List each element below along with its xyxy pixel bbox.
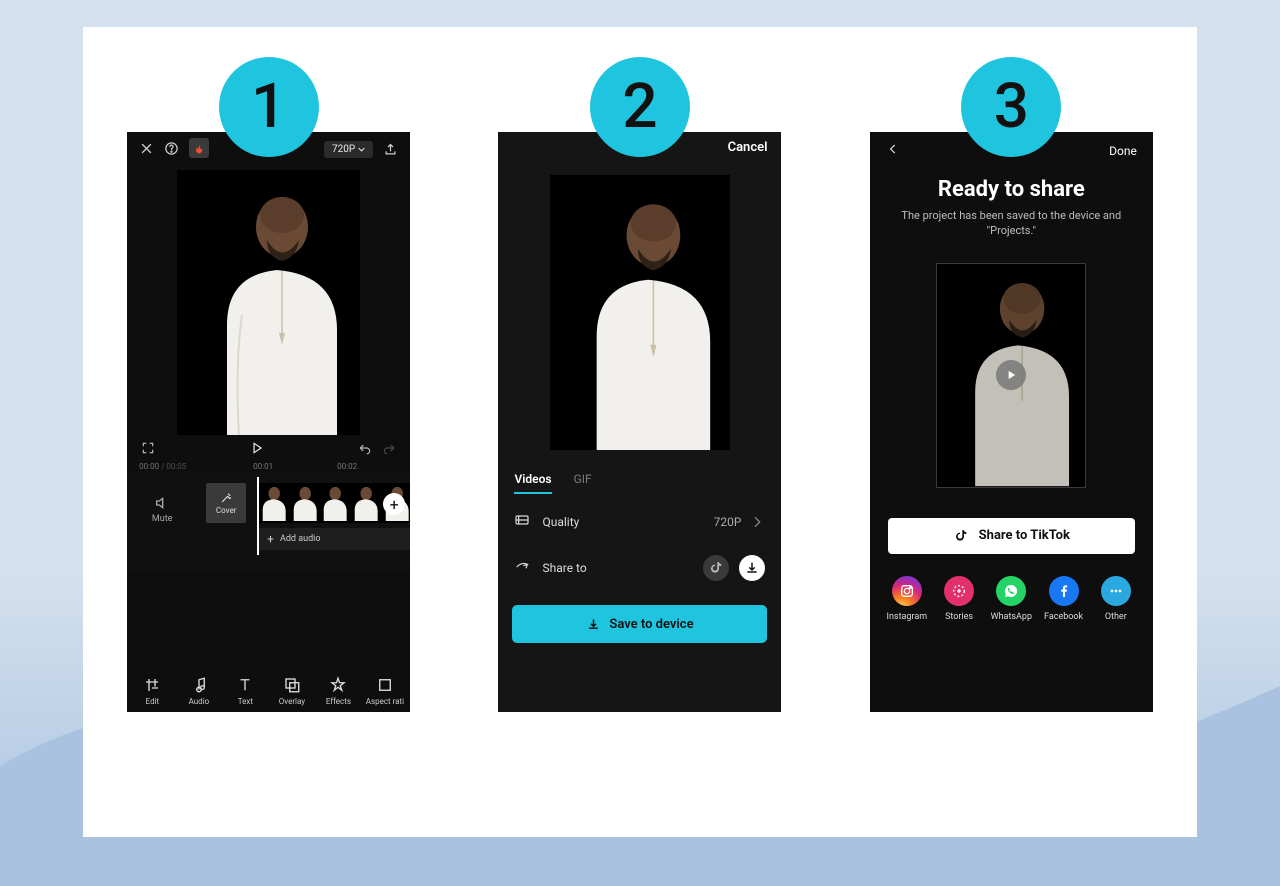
- save-button-label: Save to device: [609, 617, 693, 632]
- add-clip-button[interactable]: +: [383, 493, 405, 515]
- share-stories[interactable]: Stories: [936, 576, 982, 622]
- video-preview: [177, 170, 360, 435]
- share-instagram[interactable]: Instagram: [884, 576, 930, 622]
- share-label: Share to: [542, 561, 586, 575]
- cover-button[interactable]: Cover: [206, 483, 246, 523]
- time-readout: 00:00 / 00:05 00:01 00:02: [127, 460, 410, 473]
- share-subtitle: The project has been saved to the device…: [870, 208, 1153, 239]
- tool-effects[interactable]: Effects: [316, 676, 360, 706]
- tool-aspect[interactable]: Aspect rati: [363, 676, 407, 706]
- share-targets: Instagram Stories WhatsApp: [870, 554, 1153, 622]
- step-2: 2 Cancel Videos GIF: [498, 57, 781, 712]
- export-icon[interactable]: [383, 142, 398, 157]
- share-icon: [514, 559, 530, 578]
- redo-icon[interactable]: [382, 441, 396, 458]
- quality-value: 720P: [714, 515, 742, 529]
- export-screen: Cancel Videos GIF: [498, 132, 781, 712]
- tab-gif[interactable]: GIF: [574, 472, 592, 494]
- share-other[interactable]: Other: [1093, 576, 1139, 622]
- tab-videos[interactable]: Videos: [514, 472, 551, 494]
- step-1: 1 720P: [127, 57, 410, 712]
- tool-overlay[interactable]: Overlay: [270, 676, 314, 706]
- step-badge-3: 3: [961, 57, 1061, 157]
- resolution-dropdown[interactable]: 720P: [324, 141, 373, 158]
- share-download-icon[interactable]: [739, 555, 765, 581]
- share-tiktok-icon[interactable]: [703, 555, 729, 581]
- person-illustration: [197, 185, 347, 435]
- cancel-button[interactable]: Cancel: [728, 140, 768, 155]
- tiktok-icon: [953, 528, 969, 544]
- step-3: 3 Done Ready to share The project has be…: [870, 57, 1153, 712]
- player-controls: [127, 435, 410, 460]
- quality-row[interactable]: Quality 720P: [498, 500, 781, 543]
- export-preview: [550, 175, 730, 450]
- toolbar: Edit Audio Text Overlay Effects: [127, 668, 410, 712]
- tool-edit[interactable]: Edit: [130, 676, 174, 706]
- more-icon: [1101, 576, 1131, 606]
- play-icon[interactable]: [996, 360, 1026, 390]
- quality-label: Quality: [542, 515, 579, 529]
- timeline[interactable]: Mute Cover + + Add audio: [127, 473, 410, 573]
- tool-text[interactable]: Text: [223, 676, 267, 706]
- facebook-icon: [1049, 576, 1079, 606]
- instagram-icon: [892, 576, 922, 606]
- saved-video-thumbnail[interactable]: [936, 263, 1086, 488]
- editor-screen: 720P: [127, 132, 410, 712]
- tutorial-panel: 1 720P: [83, 27, 1197, 837]
- add-audio-label: Add audio: [280, 534, 321, 544]
- done-button[interactable]: Done: [1109, 144, 1137, 158]
- mute-icon[interactable]: [137, 495, 187, 511]
- flame-icon[interactable]: [189, 138, 209, 158]
- step-badge-2: 2: [590, 57, 690, 157]
- play-button[interactable]: [250, 441, 264, 458]
- mute-label: Mute: [137, 514, 187, 524]
- share-to-tiktok-button[interactable]: Share to TikTok: [888, 518, 1135, 554]
- export-tabs: Videos GIF: [498, 450, 781, 500]
- whatsapp-icon: [996, 576, 1026, 606]
- cover-label: Cover: [216, 506, 237, 515]
- resolution-label: 720P: [332, 144, 355, 155]
- share-tiktok-label: Share to TikTok: [979, 528, 1070, 543]
- share-whatsapp[interactable]: WhatsApp: [988, 576, 1034, 622]
- share-row: Share to: [498, 543, 781, 593]
- share-screen: Done Ready to share The project has been…: [870, 132, 1153, 712]
- back-icon[interactable]: [886, 142, 900, 159]
- tool-audio[interactable]: Audio: [177, 676, 221, 706]
- close-icon[interactable]: [139, 141, 154, 156]
- share-facebook[interactable]: Facebook: [1041, 576, 1087, 622]
- step-badge-1: 1: [219, 57, 319, 157]
- stories-icon: [944, 576, 974, 606]
- share-title: Ready to share: [870, 177, 1153, 202]
- undo-icon[interactable]: [358, 441, 372, 458]
- fullscreen-icon[interactable]: [141, 441, 155, 458]
- save-to-device-button[interactable]: Save to device: [512, 605, 767, 643]
- quality-icon: [514, 512, 530, 531]
- playhead[interactable]: [257, 477, 259, 555]
- help-icon[interactable]: [164, 141, 179, 156]
- add-audio-button[interactable]: + Add audio: [257, 528, 410, 550]
